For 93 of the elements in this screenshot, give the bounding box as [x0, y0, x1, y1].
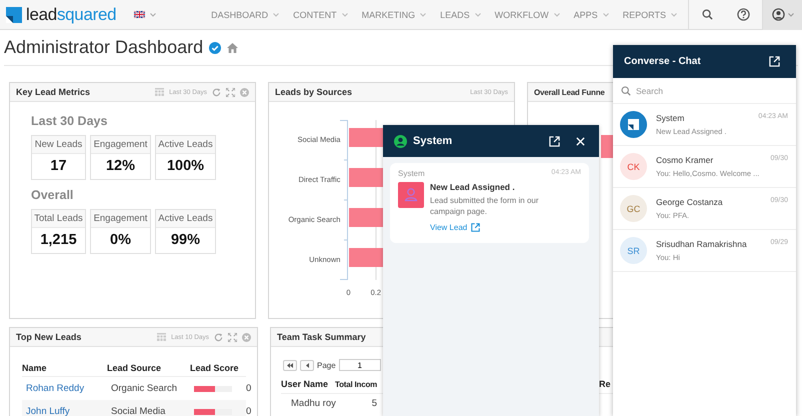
close-icon[interactable] — [576, 136, 585, 146]
panel-title: Overall Lead Funne — [534, 88, 605, 96]
expand-icon[interactable] — [226, 88, 235, 96]
left-icon — [306, 362, 308, 368]
table-cell-text: Madhu roy — [290, 398, 337, 408]
initials-avatar: CK — [620, 153, 647, 180]
table-cell-text: Social Media — [110, 406, 166, 416]
page-input[interactable]: 1 — [338, 359, 381, 371]
caret-icon[interactable] — [474, 12, 481, 16]
initials-avatar: GC — [620, 195, 647, 222]
metric-value: 17 — [49, 157, 68, 176]
column-header: Re — [599, 379, 611, 389]
previous-page-button[interactable] — [300, 360, 314, 370]
caret-icon[interactable] — [273, 12, 280, 16]
double-left-icon — [287, 362, 293, 368]
user-icon — [772, 8, 784, 21]
contact-name: Srisudhan Ramakrishna — [656, 239, 747, 249]
metric-label: Total Leads — [32, 210, 85, 228]
nav-link[interactable]: APPS — [574, 10, 598, 20]
nav-link[interactable]: WORKFLOW — [494, 10, 549, 20]
nav-link[interactable]: LEADS — [440, 10, 470, 20]
metric-value: 0% — [109, 231, 132, 250]
metric-label: Engagement — [91, 136, 150, 154]
help-icon — [737, 8, 750, 21]
metric-label: Active Leads — [156, 136, 215, 154]
flag-icon[interactable] — [134, 11, 145, 18]
sender-name: System — [398, 169, 425, 178]
calendar-icon[interactable] — [157, 333, 166, 341]
open-external-icon — [471, 223, 480, 232]
logo-text[interactable]: leadsquared — [26, 4, 116, 24]
person-icon — [398, 182, 424, 208]
score-value: 0 — [246, 406, 252, 416]
message-text: Lead submitted the form in our campaign page. — [430, 195, 540, 217]
metric-label: Active Leads — [156, 210, 215, 228]
search-field[interactable]: Search — [636, 86, 786, 96]
search-icon — [621, 86, 631, 96]
column-header: Lead Score — [190, 363, 240, 373]
open-external-icon[interactable] — [549, 136, 560, 146]
contact-name: Cosmo Kramer — [656, 155, 714, 165]
column-header: Total Incom — [335, 380, 378, 388]
metric-value: 100% — [166, 157, 206, 176]
nav-link[interactable]: REPORTS — [622, 10, 666, 20]
panel-title: Key Lead Metrics — [16, 87, 90, 97]
view-lead-link[interactable]: View Lead — [430, 223, 480, 232]
contact-name: George Costanza — [656, 197, 723, 207]
metric-value: 12% — [104, 157, 136, 176]
open-external-icon[interactable] — [769, 56, 780, 67]
caret-icon[interactable] — [342, 12, 348, 16]
lead-name-link[interactable]: Rohan Reddy — [26, 383, 84, 394]
caret-icon[interactable] — [554, 12, 560, 16]
user-avatar-icon — [394, 134, 407, 148]
message-title: New Lead Assigned . — [430, 182, 516, 192]
verified-icon — [209, 42, 222, 54]
caret-icon[interactable] — [671, 12, 677, 16]
panel-title: Leads by Sources — [275, 87, 352, 97]
user-menu-button[interactable] — [762, 0, 802, 30]
search-icon — [702, 9, 712, 20]
panel-title: Team Task Summary — [277, 332, 366, 342]
home-icon[interactable] — [227, 42, 238, 52]
caret-icon[interactable] — [602, 12, 609, 16]
column-header: Name — [22, 363, 48, 373]
contact-name: System — [656, 113, 684, 123]
column-header: User Name — [281, 379, 330, 389]
system-avatar-icon — [620, 111, 647, 138]
caret-icon — [788, 12, 794, 16]
table-cell-text: 5 — [370, 398, 377, 408]
logo-icon — [6, 6, 22, 22]
section-heading: Last 30 Days — [31, 114, 108, 128]
metric-value: 1,215 — [39, 231, 78, 250]
first-page-button[interactable] — [283, 360, 297, 370]
refresh-icon[interactable] — [212, 88, 221, 96]
page-label: Page — [317, 360, 336, 370]
page-title: Administrator Dashboard — [4, 37, 204, 58]
metric-label: Engagement — [91, 210, 150, 228]
refresh-icon[interactable] — [214, 332, 223, 342]
column-header: Lead Source — [107, 363, 162, 373]
panel-title: Top New Leads — [16, 332, 82, 342]
lead-name-link[interactable]: John Luffy — [26, 406, 70, 416]
nav-link[interactable]: CONTENT — [293, 10, 337, 20]
calendar-icon[interactable] — [155, 88, 164, 96]
nav-link[interactable]: DASHBOARD — [211, 10, 268, 20]
chat-title: Converse - Chat — [624, 56, 701, 67]
popup-title: System — [413, 135, 452, 147]
caret-icon[interactable] — [150, 12, 156, 16]
initials-avatar: SR — [620, 237, 647, 264]
table-cell-text: Organic Search — [110, 383, 178, 394]
section-heading: Overall — [31, 188, 74, 202]
score-value: 0 — [246, 383, 252, 394]
metric-label: New Leads — [32, 136, 85, 154]
nav-link[interactable]: MARKETING — [362, 10, 416, 20]
caret-icon[interactable] — [420, 12, 426, 16]
metric-value: 99% — [170, 231, 202, 250]
expand-icon[interactable] — [228, 332, 237, 342]
